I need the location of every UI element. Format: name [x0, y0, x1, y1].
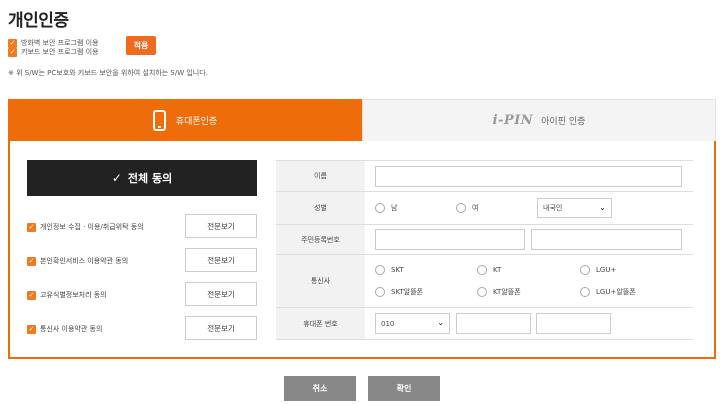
- phone-last-input[interactable]: [536, 313, 611, 334]
- radio-unchecked-icon: [477, 287, 487, 297]
- carrier-lgu-mvno-radio[interactable]: LGU+알뜰폰: [580, 287, 636, 297]
- nationality-select[interactable]: 내국인 ⌄: [537, 198, 612, 218]
- confirm-button[interactable]: 확인: [368, 376, 440, 401]
- tab-phone-auth-label: 휴대폰인증: [175, 116, 218, 127]
- mobile-phone-icon: [152, 109, 166, 131]
- carrier-lgu-radio[interactable]: LGU+: [580, 265, 616, 275]
- agree-all-button[interactable]: ✓ 전체 동의: [27, 160, 257, 196]
- check-icon: ✓: [111, 171, 122, 185]
- name-row: 이름: [276, 161, 693, 192]
- rrn-front-input[interactable]: [375, 229, 525, 250]
- checkbox-checked-icon[interactable]: ✓: [8, 47, 17, 57]
- carrier-option-label: KT: [493, 266, 502, 274]
- carrier-kt-mvno-radio[interactable]: KT알뜰폰: [477, 287, 521, 297]
- tab-ipin-auth-label: 아이핀 인증: [541, 117, 586, 127]
- rrn-back-input[interactable]: [531, 229, 682, 250]
- radio-unchecked-icon: [375, 265, 385, 275]
- agree-all-label: 전체 동의: [127, 172, 173, 185]
- tab-phone-auth[interactable]: 휴대폰인증: [8, 99, 362, 141]
- name-input[interactable]: [375, 166, 682, 187]
- ipin-logo: i-PIN: [492, 113, 534, 128]
- auth-tabs: 휴대폰인증 i-PIN 아이핀 인증: [8, 99, 716, 141]
- checkbox-checked-icon[interactable]: ✓: [27, 222, 36, 232]
- carrier-option-label: LGU+: [596, 266, 617, 274]
- rrn-label: 주민등록번호: [276, 225, 365, 254]
- view-terms-button[interactable]: 전문보기: [185, 214, 257, 238]
- terms-item-carrier: ✓ 통신사 이용약관 동의 전문보기: [27, 316, 257, 340]
- tab-ipin-auth[interactable]: i-PIN 아이핀 인증: [362, 99, 716, 141]
- gender-label: 성별: [276, 192, 365, 224]
- gender-male-radio[interactable]: 남: [375, 203, 397, 213]
- terms-item-identity-service: ✓ 본인확인서비스 이용약관 동의 전문보기: [27, 248, 257, 272]
- terms-item-label: 통신사 이용약관 동의: [40, 325, 103, 333]
- rrn-row: 주민등록번호: [276, 225, 693, 255]
- carrier-skt-mvno-radio[interactable]: SKT알뜰폰: [375, 287, 423, 297]
- gender-row: 성별 남 여 내국인 ⌄: [276, 192, 693, 225]
- carrier-label: 통신사: [276, 255, 365, 307]
- name-label: 이름: [276, 161, 365, 191]
- checkbox-checked-icon[interactable]: ✓: [27, 256, 36, 266]
- terms-item-privacy: ✓ 개인정보 수집 · 이용/취급위탁 동의 전문보기: [27, 214, 257, 238]
- phone-label: 휴대폰 번호: [276, 308, 365, 339]
- security-note: ※ 위 S/W는 PC보호와 키보드 보안을 위하여 설치하는 S/W 입니다.: [8, 69, 208, 77]
- checkbox-checked-icon[interactable]: ✓: [27, 324, 36, 334]
- carrier-kt-radio[interactable]: KT: [477, 265, 501, 275]
- carrier-option-label: SKT알뜰폰: [391, 288, 424, 296]
- phone-prefix-select[interactable]: 010 ⌄: [375, 313, 450, 334]
- apply-button[interactable]: 적용: [126, 36, 156, 55]
- phone-row: 휴대폰 번호 010 ⌄: [276, 308, 693, 340]
- radio-unchecked-icon: [375, 203, 385, 213]
- carrier-option-label: LGU+알뜰폰: [596, 288, 636, 296]
- carrier-row: 통신사 SKT KT LGU+ SKT알뜰폰 KT알뜰폰 LGU+알뜰폰: [276, 255, 693, 308]
- identity-form: 이름 성별 남 여 내국인 ⌄ 주민등록번호 통신사 SKT KT LGU+ S…: [276, 160, 693, 340]
- phone-middle-input[interactable]: [456, 313, 531, 334]
- radio-unchecked-icon: [456, 203, 466, 213]
- gender-male-label: 남: [391, 204, 398, 212]
- checkbox-checked-icon[interactable]: ✓: [27, 290, 36, 300]
- view-terms-button[interactable]: 전문보기: [185, 282, 257, 306]
- view-terms-button[interactable]: 전문보기: [185, 316, 257, 340]
- keyboard-security-option[interactable]: ✓ 키보드 보안 프로그램 이용: [8, 47, 99, 57]
- carrier-option-label: KT알뜰폰: [493, 288, 521, 296]
- cancel-button[interactable]: 취소: [284, 376, 356, 401]
- nationality-value: 내국인: [543, 204, 563, 212]
- gender-female-radio[interactable]: 여: [456, 203, 478, 213]
- carrier-skt-radio[interactable]: SKT: [375, 265, 404, 275]
- chevron-down-icon: ⌄: [437, 318, 444, 327]
- gender-female-label: 여: [472, 204, 479, 212]
- terms-item-label: 고유식별정보처리 동의: [40, 291, 107, 299]
- view-terms-button[interactable]: 전문보기: [185, 248, 257, 272]
- keyboard-security-option-label: 키보드 보안 프로그램 이용: [21, 48, 99, 56]
- chevron-down-icon: ⌄: [599, 203, 606, 212]
- radio-unchecked-icon: [580, 265, 590, 275]
- radio-unchecked-icon: [580, 287, 590, 297]
- radio-unchecked-icon: [477, 265, 487, 275]
- terms-item-unique-id: ✓ 고유식별정보처리 동의 전문보기: [27, 282, 257, 306]
- carrier-option-label: SKT: [391, 266, 404, 274]
- page-title: 개인인증: [8, 11, 69, 31]
- terms-item-label: 개인정보 수집 · 이용/취급위탁 동의: [40, 223, 144, 231]
- radio-unchecked-icon: [375, 287, 385, 297]
- terms-item-label: 본인확인서비스 이용약관 동의: [40, 257, 129, 265]
- phone-prefix-value: 010: [381, 319, 395, 328]
